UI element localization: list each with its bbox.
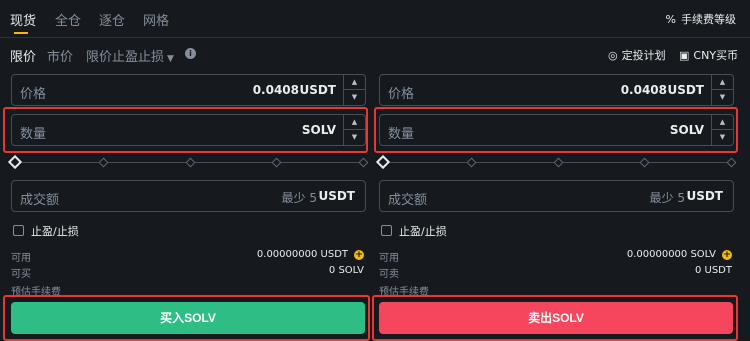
buy-price-value: 0.0408: [252, 83, 299, 97]
fee-level-label: 手续费等级: [681, 13, 736, 26]
buy-price-stepper[interactable]: ▲ ▼: [343, 75, 365, 105]
caret-up-icon[interactable]: ▲: [344, 115, 365, 130]
buy-quantity-field[interactable]: 数量 SOLV ▲ ▼: [11, 114, 366, 146]
buy-available-label: 可用: [11, 253, 31, 264]
buy-slider-tick[interactable]: [358, 157, 369, 168]
sell-available-label: 可用: [379, 253, 399, 264]
sell-slider-thumb[interactable]: [375, 154, 391, 170]
add-funds-icon[interactable]: +: [354, 250, 364, 260]
order-type-stop-limit[interactable]: 限价止盈止损 ▼: [86, 46, 174, 65]
sell-price-unit: USDT: [667, 83, 704, 97]
buy-available-value: 0.00000000 USDT: [256, 249, 348, 260]
sell-quantity-stepper[interactable]: ▲ ▼: [711, 115, 733, 145]
buy-slider-tick[interactable]: [185, 157, 196, 168]
caret-down-icon[interactable]: ▼: [712, 130, 733, 145]
buy-quantity-label: 数量: [20, 127, 47, 142]
add-funds-icon[interactable]: +: [722, 250, 732, 260]
caret-down-icon[interactable]: ▼: [712, 90, 733, 105]
buy-slider-tick[interactable]: [271, 157, 282, 168]
sell-price-value: 0.0408: [620, 83, 667, 97]
sell-slider-tick[interactable]: [466, 157, 477, 168]
buy-button[interactable]: 买入SOLV: [11, 302, 365, 334]
buy-total-unit: USDT: [318, 189, 355, 203]
buy-price-unit: USDT: [299, 83, 336, 97]
fee-level-link[interactable]: % 手续费等级: [666, 11, 736, 27]
sell-slider-tick[interactable]: [639, 157, 650, 168]
sell-max-label: 可卖: [379, 269, 399, 280]
buy-max-value: 0 SOLV: [328, 265, 364, 276]
buy-slider-thumb[interactable]: [7, 154, 23, 170]
sell-available-value: 0.00000000 SOLV: [626, 249, 716, 260]
sell-total-field[interactable]: 成交额 最少 5 USDT: [379, 180, 734, 212]
caret-down-icon[interactable]: ▼: [344, 90, 365, 105]
sell-quantity-unit: SOLV: [669, 123, 704, 137]
buy-price-label: 价格: [20, 87, 47, 102]
buy-max-label: 可买: [11, 269, 31, 280]
sell-button[interactable]: 卖出SOLV: [379, 302, 733, 334]
sell-total-min-hint: 最少 5: [649, 191, 685, 205]
buy-quantity-unit: SOLV: [301, 123, 336, 137]
info-icon[interactable]: i: [185, 48, 196, 59]
buy-total-field[interactable]: 成交额 最少 5 USDT: [11, 180, 366, 212]
sell-total-label: 成交额: [388, 193, 428, 208]
buy-slider-tick[interactable]: [98, 157, 109, 168]
sell-price-stepper[interactable]: ▲ ▼: [711, 75, 733, 105]
sell-slider-tick[interactable]: [553, 157, 564, 168]
wallet-icon: ▣: [679, 48, 690, 62]
tab-spot[interactable]: 现货: [10, 10, 36, 29]
caret-down-icon[interactable]: ▼: [344, 130, 365, 145]
dca-icon: ◎: [608, 48, 618, 62]
buy-tpsl-label: 止盈/止损: [31, 225, 79, 238]
stop-limit-label: 限价止盈止损: [86, 50, 165, 65]
sell-tpsl-checkbox[interactable]: [381, 225, 392, 236]
order-type-limit[interactable]: 限价: [10, 46, 36, 65]
caret-up-icon[interactable]: ▲: [344, 75, 365, 90]
caret-up-icon[interactable]: ▲: [712, 75, 733, 90]
buy-quantity-stepper[interactable]: ▲ ▼: [343, 115, 365, 145]
buy-tpsl-checkbox[interactable]: [13, 225, 24, 236]
dca-label: 定投计划: [621, 49, 666, 62]
sell-total-unit: USDT: [686, 189, 723, 203]
chevron-down-icon: ▼: [167, 54, 174, 64]
caret-up-icon[interactable]: ▲: [712, 115, 733, 130]
buy-price-field[interactable]: 价格 0.0408 USDT ▲ ▼: [11, 74, 366, 106]
tab-grid[interactable]: 网格: [143, 10, 169, 29]
sell-price-field[interactable]: 价格 0.0408 USDT ▲ ▼: [379, 74, 734, 106]
order-type-market[interactable]: 市价: [47, 46, 73, 65]
sell-price-label: 价格: [388, 87, 415, 102]
cny-buy-link[interactable]: ▣ CNY买币: [679, 47, 738, 63]
sell-tpsl-label: 止盈/止损: [399, 225, 447, 238]
buy-total-min-hint: 最少 5: [281, 191, 317, 205]
header-divider: [0, 37, 750, 38]
buy-total-label: 成交额: [20, 193, 60, 208]
tab-isolated[interactable]: 逐仓: [99, 10, 125, 29]
sell-slider-tick[interactable]: [726, 157, 737, 168]
dca-plan-link[interactable]: ◎ 定投计划: [608, 47, 666, 63]
cny-buy-label: CNY买币: [693, 49, 739, 62]
percent-icon: %: [665, 12, 676, 26]
tab-cross[interactable]: 全仓: [55, 10, 81, 29]
sell-max-value: 0 USDT: [694, 265, 732, 276]
active-tab-indicator: [14, 32, 28, 34]
sell-quantity-label: 数量: [388, 127, 415, 142]
sell-quantity-field[interactable]: 数量 SOLV ▲ ▼: [379, 114, 734, 146]
